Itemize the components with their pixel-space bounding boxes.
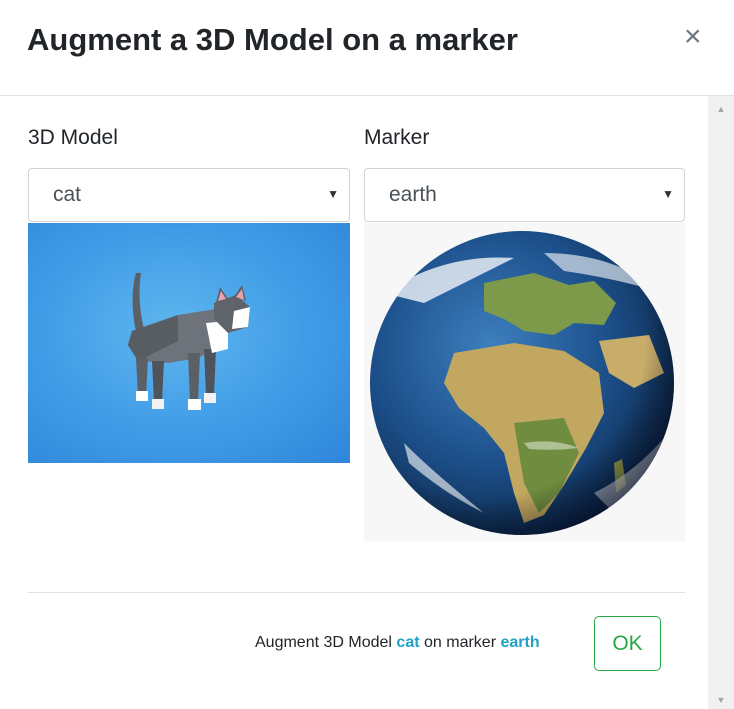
scroll-down-icon[interactable]: ▼: [708, 691, 734, 709]
scroll-up-icon[interactable]: ▲: [708, 100, 734, 118]
marker-select[interactable]: earth ▼: [364, 168, 685, 222]
marker-preview-image: [364, 223, 685, 541]
chevron-down-icon: ▼: [662, 187, 674, 201]
model-select[interactable]: cat ▼: [28, 168, 350, 222]
footer-model-name: cat: [396, 634, 420, 651]
dialog-title: Augment a 3D Model on a marker: [27, 22, 518, 57]
ok-button[interactable]: OK: [594, 616, 661, 671]
earth-illustration: [370, 231, 674, 535]
model-label: 3D Model: [28, 126, 118, 149]
footer-marker-name: earth: [500, 634, 540, 651]
cat-illustration: [128, 273, 250, 410]
dialog-header: Augment a 3D Model on a marker ×: [0, 0, 734, 96]
chevron-down-icon: ▼: [327, 187, 339, 201]
model-preview-image: [28, 223, 350, 463]
marker-select-value: earth: [389, 183, 437, 206]
scrollbar[interactable]: ▲ ▼: [708, 96, 734, 709]
marker-label: Marker: [364, 126, 430, 149]
footer-divider: [28, 592, 685, 593]
dialog-body: 3D Model Marker cat ▼ earth ▼ Augment 3D…: [0, 96, 708, 709]
model-select-value: cat: [53, 183, 82, 206]
footer-summary: Augment 3D Model cat on marker earth: [255, 634, 540, 652]
footer-prefix: Augment 3D Model: [255, 634, 392, 651]
scroll-thumb[interactable]: [716, 118, 726, 688]
close-icon[interactable]: ×: [684, 22, 702, 52]
footer-middle: on marker: [424, 634, 497, 651]
